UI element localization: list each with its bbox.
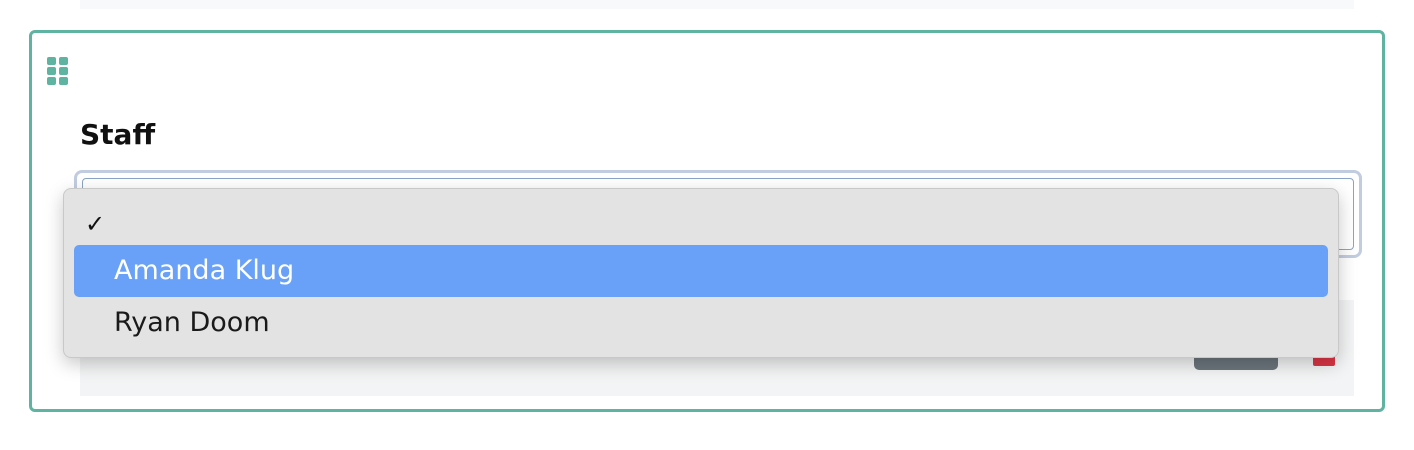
previous-section-strip [80, 0, 1354, 9]
option-amanda-klug[interactable]: Amanda Klug [74, 245, 1328, 297]
option-label: Amanda Klug [114, 255, 295, 286]
staff-label: Staff [80, 118, 156, 151]
option-ryan-doom[interactable]: Ryan Doom [74, 297, 1328, 349]
drag-handle-icon[interactable] [47, 57, 69, 85]
staff-dropdown-menu: ✓ Amanda Klug Ryan Doom [63, 188, 1339, 358]
checkmark-icon: ✓ [85, 210, 106, 238]
option-label: Ryan Doom [114, 307, 270, 338]
option-empty[interactable]: ✓ [74, 199, 1328, 249]
